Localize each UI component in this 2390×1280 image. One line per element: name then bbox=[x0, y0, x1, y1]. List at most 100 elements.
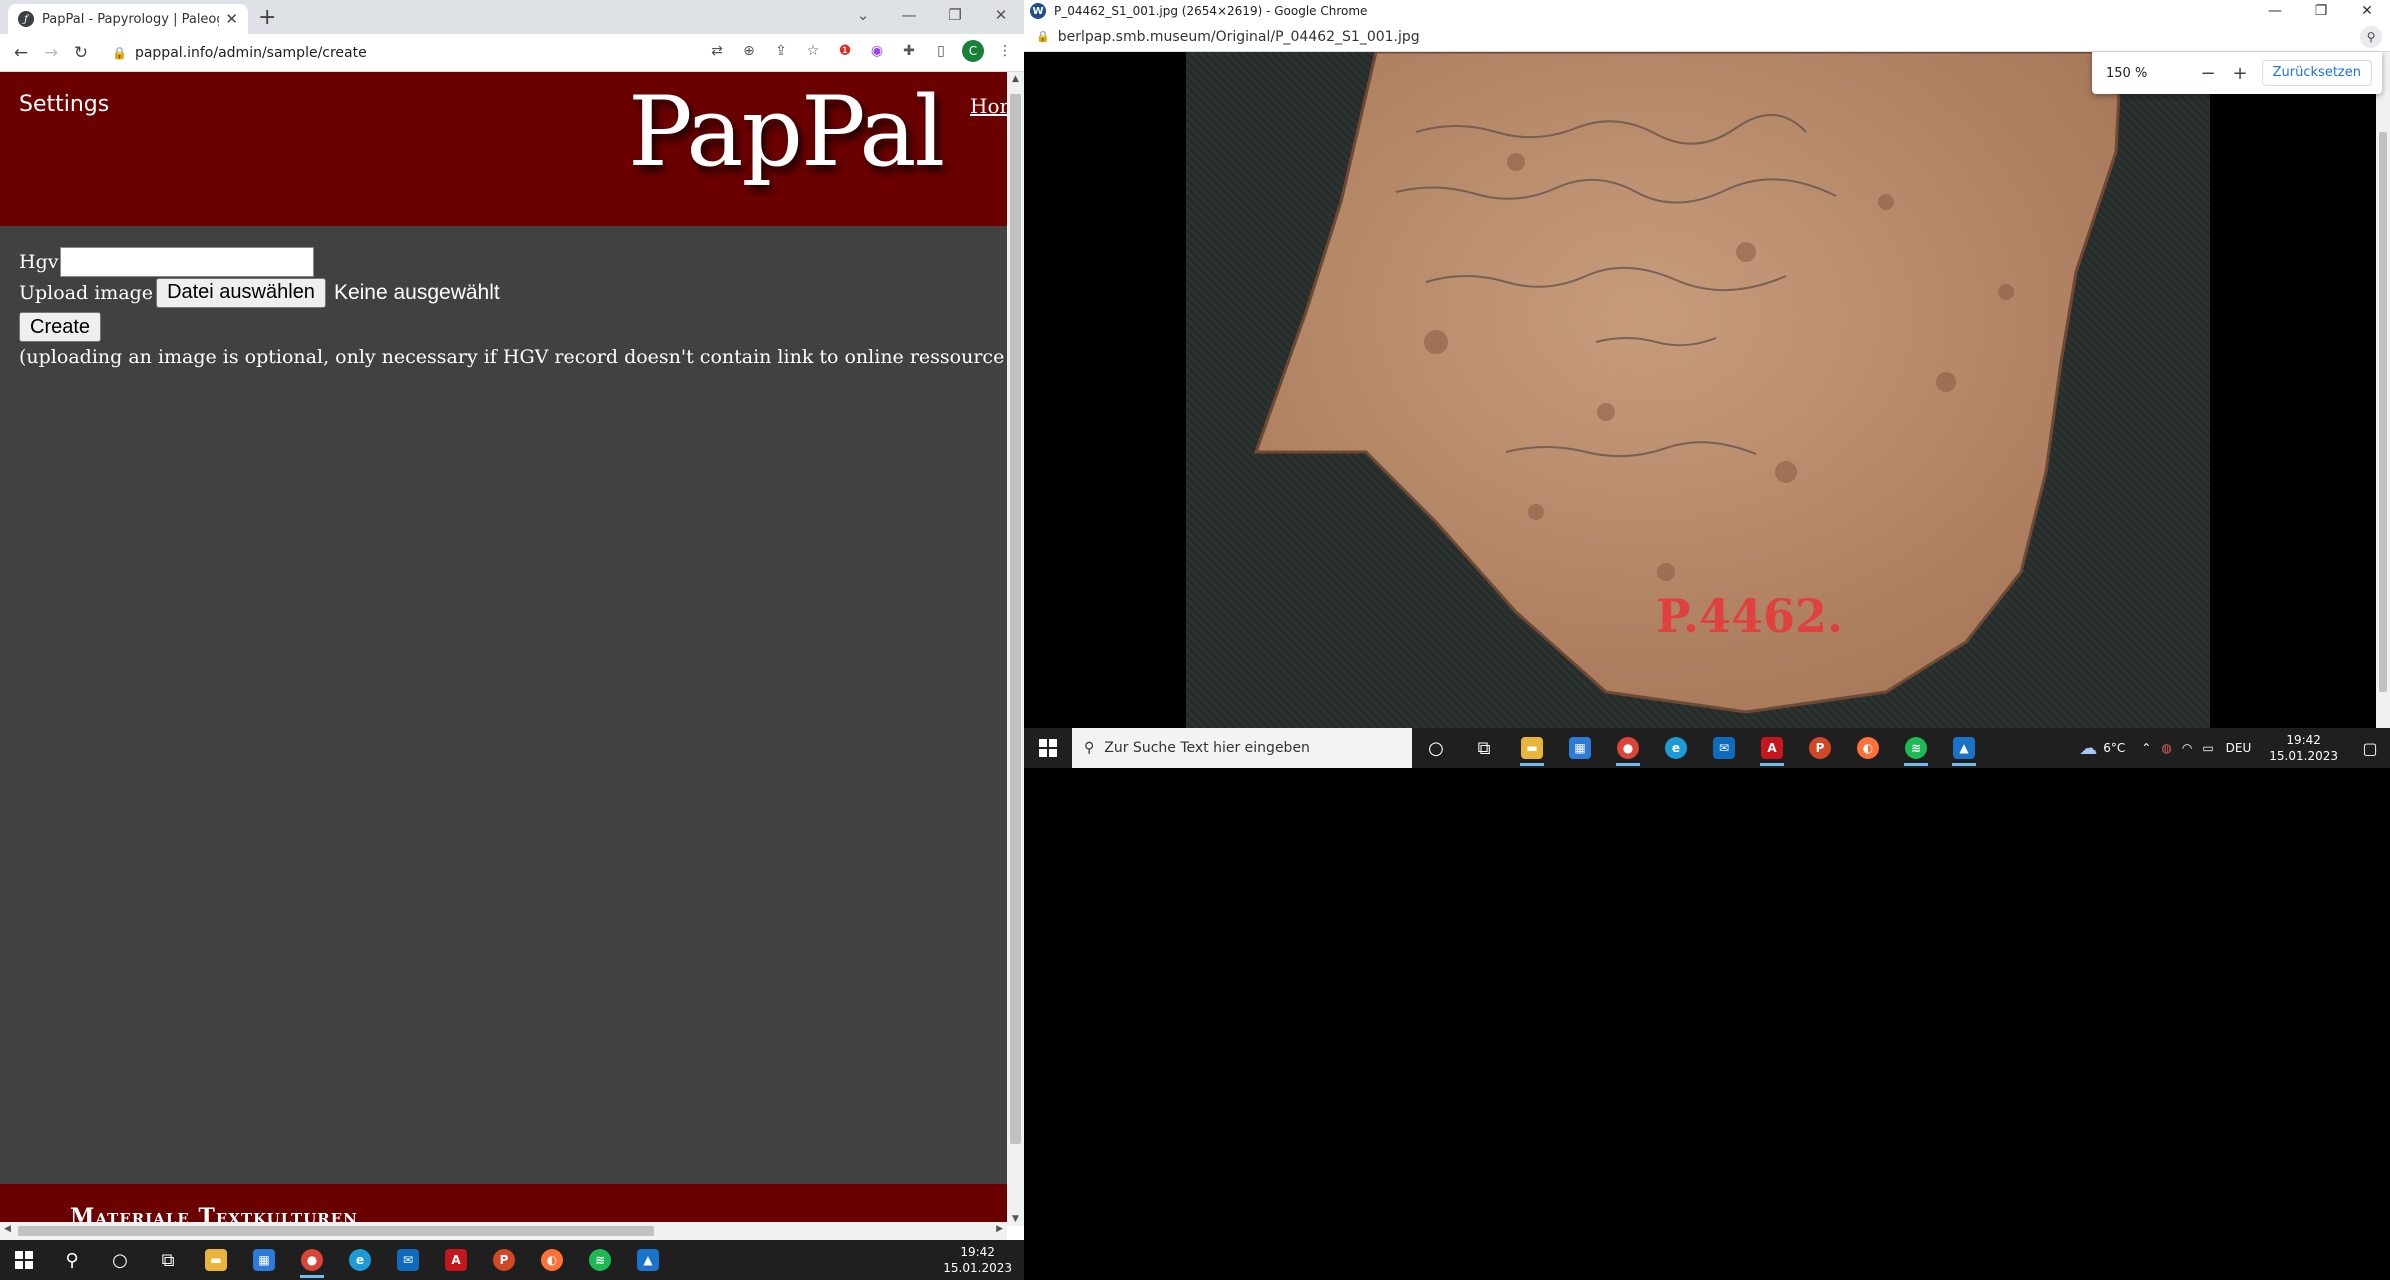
translate-icon[interactable]: ⇄ bbox=[706, 40, 728, 62]
taskbar-search-box[interactable]: ⚲ Zur Suche Text hier eingeben bbox=[1072, 728, 1412, 768]
restore-icon[interactable]: ❐ bbox=[932, 6, 978, 24]
right-store-icon[interactable]: ▦ bbox=[1556, 728, 1604, 768]
mail-icon[interactable]: ✉ bbox=[384, 1240, 432, 1280]
scroll-up-icon[interactable]: ▲ bbox=[1007, 74, 1024, 84]
create-button[interactable]: Create bbox=[19, 312, 102, 342]
tab-pappal[interactable]: ƒ PapPal - Papyrology | Paleograph ✕ bbox=[8, 4, 248, 34]
choose-file-button[interactable]: Datei auswählen bbox=[156, 277, 326, 308]
weather-temp[interactable]: 6°C bbox=[2103, 741, 2125, 755]
address-bar[interactable]: 🔒 pappal.info/admin/sample/create bbox=[112, 39, 692, 67]
open-indicator bbox=[1952, 763, 1976, 766]
open-indicator bbox=[1520, 763, 1544, 766]
right-start-button[interactable] bbox=[1024, 728, 1072, 768]
upload-label: Upload image bbox=[19, 281, 154, 304]
start-button[interactable] bbox=[0, 1240, 48, 1280]
store-icon[interactable]: ▦ bbox=[240, 1240, 288, 1280]
acrobat-icon[interactable]: A bbox=[432, 1240, 480, 1280]
tray-chevron-up-icon[interactable]: ⌃ bbox=[2141, 741, 2151, 755]
spotify-icon[interactable]: ≋ bbox=[576, 1240, 624, 1280]
language-indicator[interactable]: DEU bbox=[2226, 741, 2252, 755]
battery-icon[interactable]: ▭ bbox=[2202, 741, 2213, 755]
left-clock[interactable]: 19:42 15.01.2023 bbox=[931, 1244, 1024, 1276]
pappal-favicon-icon: ƒ bbox=[18, 11, 34, 27]
cortana-icon[interactable]: ○ bbox=[96, 1240, 144, 1280]
menu-dots-icon[interactable]: ⋮ bbox=[994, 40, 1016, 62]
right-task-view-icon[interactable]: ⧉ bbox=[1460, 728, 1508, 768]
right-time: 19:42 bbox=[2286, 733, 2321, 747]
zoom-in-button[interactable]: + bbox=[2224, 63, 2256, 84]
right-photos-icon[interactable]: ▲ bbox=[1940, 728, 1988, 768]
image-viewer: P.4462. bbox=[1024, 52, 2376, 728]
vertical-scroll-thumb[interactable] bbox=[1010, 94, 1021, 1144]
right-titlebar: W P_04462_S1_001.jpg (2654×2619) - Googl… bbox=[1024, 0, 2390, 22]
pappal-page: Settings PapPal Hom Hgv Upload image Dat… bbox=[0, 72, 1007, 1226]
scroll-right-icon[interactable]: ▶ bbox=[996, 1224, 1003, 1234]
right-window-controls: — ❐ ✕ bbox=[2252, 0, 2390, 22]
wifi-icon[interactable]: ◠ bbox=[2182, 741, 2192, 755]
forward-icon[interactable]: → bbox=[36, 43, 66, 63]
right-powerpoint-icon[interactable]: P bbox=[1796, 728, 1844, 768]
settings-link[interactable]: Settings bbox=[19, 92, 109, 117]
task-view-icon[interactable]: ⧉ bbox=[144, 1240, 192, 1280]
extension-purple-icon[interactable]: ◉ bbox=[866, 40, 888, 62]
right-file-explorer-icon[interactable]: ▬ bbox=[1508, 728, 1556, 768]
windows-icon bbox=[15, 1251, 33, 1269]
share-icon[interactable]: ⇪ bbox=[770, 40, 792, 62]
right-chrome-icon[interactable]: ● bbox=[1604, 728, 1652, 768]
bookmark-star-icon[interactable]: ☆ bbox=[802, 40, 824, 62]
right-url-text: berlpap.smb.museum/Original/P_04462_S1_0… bbox=[1057, 28, 1420, 45]
right-acrobat-icon[interactable]: A bbox=[1748, 728, 1796, 768]
tray-app-icon[interactable]: ◍ bbox=[2161, 741, 2171, 755]
chrome-icon[interactable]: ● bbox=[288, 1240, 336, 1280]
weather-cloud-icon[interactable]: ☁ bbox=[2079, 738, 2097, 759]
vertical-scrollbar[interactable]: ▲ ▼ bbox=[1007, 72, 1024, 1226]
zoom-out-button[interactable]: − bbox=[2192, 63, 2224, 84]
file-explorer-icon[interactable]: ▬ bbox=[192, 1240, 240, 1280]
powerpoint-icon[interactable]: P bbox=[480, 1240, 528, 1280]
extensions-puzzle-icon[interactable]: ✚ bbox=[898, 40, 920, 62]
search-icon[interactable]: ⚲ bbox=[48, 1240, 96, 1280]
sidepanel-icon[interactable]: ▯ bbox=[930, 40, 952, 62]
right-mail-icon[interactable]: ✉ bbox=[1700, 728, 1748, 768]
tab-search-icon[interactable]: ⌄ bbox=[840, 6, 886, 24]
firefox-icon[interactable]: ◐ bbox=[528, 1240, 576, 1280]
edge-icon[interactable]: e bbox=[336, 1240, 384, 1280]
right-restore-icon[interactable]: ❐ bbox=[2298, 0, 2344, 22]
right-firefox-icon[interactable]: ◐ bbox=[1844, 728, 1892, 768]
extension-red-icon[interactable]: ❶ bbox=[834, 40, 856, 62]
reload-icon[interactable]: ↻ bbox=[66, 43, 96, 63]
right-clock[interactable]: 19:42 15.01.2023 bbox=[2257, 732, 2350, 764]
scroll-left-icon[interactable]: ◀ bbox=[4, 1224, 11, 1234]
right-cortana-icon[interactable]: ○ bbox=[1412, 728, 1460, 768]
scroll-down-icon[interactable]: ▼ bbox=[1007, 1214, 1024, 1224]
window-controls: ⌄ — ❐ ✕ bbox=[840, 0, 1024, 30]
tab-strip: ƒ PapPal - Papyrology | Paleograph ✕ + ⌄… bbox=[0, 0, 1024, 34]
profile-avatar[interactable]: C bbox=[962, 40, 984, 62]
right-minimize-icon[interactable]: — bbox=[2252, 0, 2298, 22]
right-close-icon[interactable]: ✕ bbox=[2344, 0, 2390, 22]
right-address-bar[interactable]: 🔒 berlpap.smb.museum/Original/P_04462_S1… bbox=[1024, 22, 2390, 52]
close-tab-icon[interactable]: ✕ bbox=[225, 10, 238, 28]
hgv-input[interactable] bbox=[60, 246, 315, 277]
papyrus-photo: P.4462. bbox=[1186, 52, 2210, 728]
zoom-icon[interactable]: ⊕ bbox=[738, 40, 760, 62]
lock-icon: 🔒 bbox=[112, 46, 127, 60]
notification-center-icon[interactable]: ▢ bbox=[2350, 739, 2390, 758]
horizontal-scroll-thumb[interactable] bbox=[18, 1226, 654, 1236]
right-vertical-scrollbar[interactable] bbox=[2376, 52, 2390, 728]
back-icon[interactable]: ← bbox=[6, 43, 36, 63]
zoom-reset-button[interactable]: Zurücksetzen bbox=[2261, 60, 2372, 86]
zoom-indicator-icon[interactable]: ⚲ bbox=[2360, 26, 2382, 48]
right-browser-window: W P_04462_S1_001.jpg (2654×2619) - Googl… bbox=[1024, 0, 2390, 728]
right-spotify-icon[interactable]: ≋ bbox=[1892, 728, 1940, 768]
minimize-icon[interactable]: — bbox=[886, 6, 932, 24]
horizontal-scrollbar[interactable]: ◀ ▶ bbox=[0, 1222, 1007, 1240]
active-indicator bbox=[1616, 763, 1640, 766]
tab-title: PapPal - Papyrology | Paleograph bbox=[42, 11, 219, 27]
photos-icon[interactable]: ▲ bbox=[624, 1240, 672, 1280]
new-tab-icon[interactable]: + bbox=[258, 5, 276, 30]
right-scroll-thumb[interactable] bbox=[2379, 132, 2387, 692]
right-edge-icon[interactable]: e bbox=[1652, 728, 1700, 768]
close-window-icon[interactable]: ✕ bbox=[978, 6, 1024, 24]
home-link[interactable]: Hom bbox=[970, 94, 1007, 118]
